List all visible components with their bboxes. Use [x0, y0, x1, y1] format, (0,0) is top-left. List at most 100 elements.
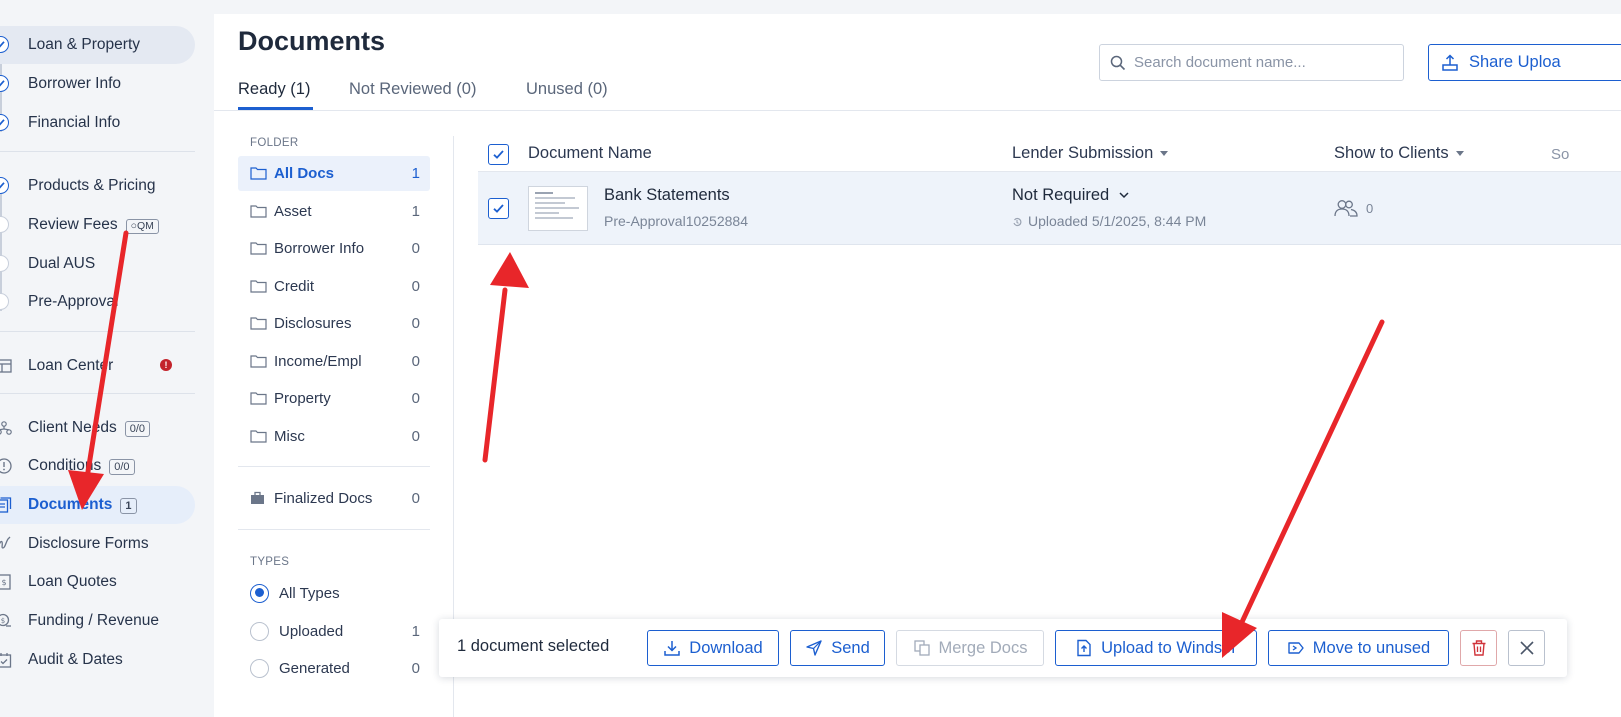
upload-to-windsor-button[interactable]: Upload to Windsor: [1055, 630, 1257, 666]
tab-ready[interactable]: Ready (1): [238, 80, 310, 99]
merge-icon: [913, 640, 930, 656]
type-uploaded[interactable]: Uploaded 1: [250, 619, 430, 643]
selection-count-text: 1 document selected: [457, 637, 610, 655]
history-icon: [1013, 218, 1022, 227]
radio-icon: [250, 621, 269, 641]
empty-circle-icon: [0, 216, 9, 233]
radio-icon: [250, 658, 269, 678]
calendar-check-icon: [0, 653, 12, 668]
close-button[interactable]: [1508, 630, 1545, 666]
briefcase-icon: [251, 491, 264, 504]
document-thumbnail[interactable]: [528, 186, 588, 231]
select-all-checkbox[interactable]: [488, 144, 509, 165]
send-icon: [806, 640, 822, 656]
loan-center-icon: [0, 359, 12, 373]
trash-icon: [1472, 640, 1485, 656]
sidebar-item-label: Loan Center: [28, 357, 114, 374]
count-badge: 0/0: [124, 421, 151, 437]
check-circle-icon: [0, 75, 9, 92]
thumb-line: [535, 192, 553, 194]
clients-count: 0: [1366, 200, 1374, 216]
type-count: 1: [411, 622, 420, 640]
client-needs-icon: [0, 421, 12, 435]
chevron-down-icon: [1119, 192, 1129, 199]
qm-tag: ○QM: [125, 219, 159, 234]
table-row[interactable]: Bank Statements Pre-Approval10252884 Not…: [478, 172, 1621, 245]
row-checkbox[interactable]: [488, 198, 509, 219]
move-to-unused-label: Move to unused: [1312, 638, 1431, 657]
caret-down-icon: [1455, 151, 1464, 157]
document-name[interactable]: Bank Statements: [604, 186, 730, 205]
sidebar-item-label: Loan Quotes: [28, 573, 117, 590]
search-input[interactable]: Search document name...: [1099, 44, 1404, 81]
sidebar-item-label: Client Needs: [28, 419, 117, 436]
folder-icon: [250, 205, 267, 218]
sidebar-item-documents[interactable]: Documents 1: [0, 486, 195, 524]
column-header-label: Show to Clients: [1334, 144, 1449, 162]
share-upload-icon: [1442, 53, 1458, 71]
folder-count: 1: [411, 203, 420, 220]
delete-button[interactable]: [1460, 630, 1497, 666]
tab-unused[interactable]: Unused (0): [526, 80, 608, 99]
sidebar-item-label: Loan & Property: [28, 36, 141, 53]
folder-count: 0: [411, 278, 420, 295]
upload-timestamp-text: Uploaded 5/1/2025, 8:44 PM: [1028, 213, 1207, 229]
folder-finalized-docs[interactable]: Finalized Docs 0: [238, 481, 430, 516]
move-to-unused-button[interactable]: Move to unused: [1268, 630, 1449, 666]
type-generated[interactable]: Generated 0: [250, 656, 430, 680]
lender-status-dropdown[interactable]: Not Required: [1012, 186, 1129, 205]
download-button[interactable]: Download: [647, 630, 779, 666]
search-placeholder: Search document name...: [1134, 54, 1306, 71]
type-all-types[interactable]: All Types: [250, 581, 430, 605]
svg-text:$: $: [1, 617, 5, 625]
column-header-document-name[interactable]: Document Name: [528, 144, 652, 163]
folder-divider: [238, 529, 430, 530]
file-upload-icon: [1077, 639, 1091, 657]
folder-income-empl[interactable]: Income/Empl 0: [238, 344, 430, 379]
sidebar-item-label: Documents: [28, 496, 113, 513]
folder-name: Asset: [274, 203, 312, 220]
folder-asset[interactable]: Asset 1: [238, 194, 430, 229]
column-header-show-to-clients[interactable]: Show to Clients: [1334, 144, 1464, 163]
folder-misc[interactable]: Misc 0: [238, 419, 430, 454]
folder-credit[interactable]: Credit 0: [238, 269, 430, 304]
type-name: Uploaded: [279, 622, 344, 640]
document-subtitle: Pre-Approval10252884: [604, 213, 748, 229]
info-circle-icon: [0, 458, 12, 474]
merge-docs-button[interactable]: Merge Docs: [896, 630, 1044, 666]
sidebar-item-label: Disclosure Forms: [28, 535, 149, 552]
empty-circle-icon: [0, 293, 9, 310]
folder-count: 0: [411, 490, 420, 507]
tab-not-reviewed[interactable]: Not Reviewed (0): [349, 80, 476, 99]
folder-property[interactable]: Property 0: [238, 381, 430, 416]
funding-icon: $: [0, 613, 11, 627]
sidebar-item-label: Pre-Approval: [28, 293, 119, 310]
count-badge: 0/0: [109, 459, 135, 475]
empty-circle-icon: [0, 255, 9, 272]
send-button[interactable]: Send: [790, 630, 885, 666]
type-name: All Types: [279, 584, 340, 602]
sidebar: Loan & Property Borrower Info Financial …: [0, 0, 212, 717]
folder-icon: [250, 317, 267, 330]
caret-down-icon: [1160, 151, 1169, 157]
column-header-lender-submission[interactable]: Lender Submission: [1012, 144, 1169, 163]
column-header-label: Lender Submission: [1012, 144, 1154, 162]
share-upload-label: Share Uploa: [1469, 53, 1561, 71]
folder-borrower-info[interactable]: Borrower Info 0: [238, 231, 430, 266]
folder-name: All Docs: [274, 165, 335, 182]
sidebar-item-label-wrap: Conditions 0/0: [28, 457, 135, 475]
folder-all-docs[interactable]: All Docs 1: [238, 156, 430, 191]
send-label: Send: [831, 638, 870, 657]
folder-icon: [250, 392, 267, 405]
users-icon: [1334, 200, 1358, 217]
count-badge: 1: [120, 498, 137, 514]
types-section-label: TYPES: [250, 556, 290, 568]
show-to-clients[interactable]: 0: [1334, 199, 1373, 217]
sidebar-item-loan-property[interactable]: Loan & Property: [0, 26, 195, 64]
folder-disclosures[interactable]: Disclosures 0: [238, 306, 430, 341]
column-header-truncated[interactable]: So: [1551, 146, 1569, 163]
folder-name: Credit: [274, 278, 315, 295]
sidebar-item-label: Audit & Dates: [28, 651, 123, 668]
share-upload-button[interactable]: Share Uploa: [1428, 44, 1621, 81]
check-circle-icon: [0, 36, 9, 53]
